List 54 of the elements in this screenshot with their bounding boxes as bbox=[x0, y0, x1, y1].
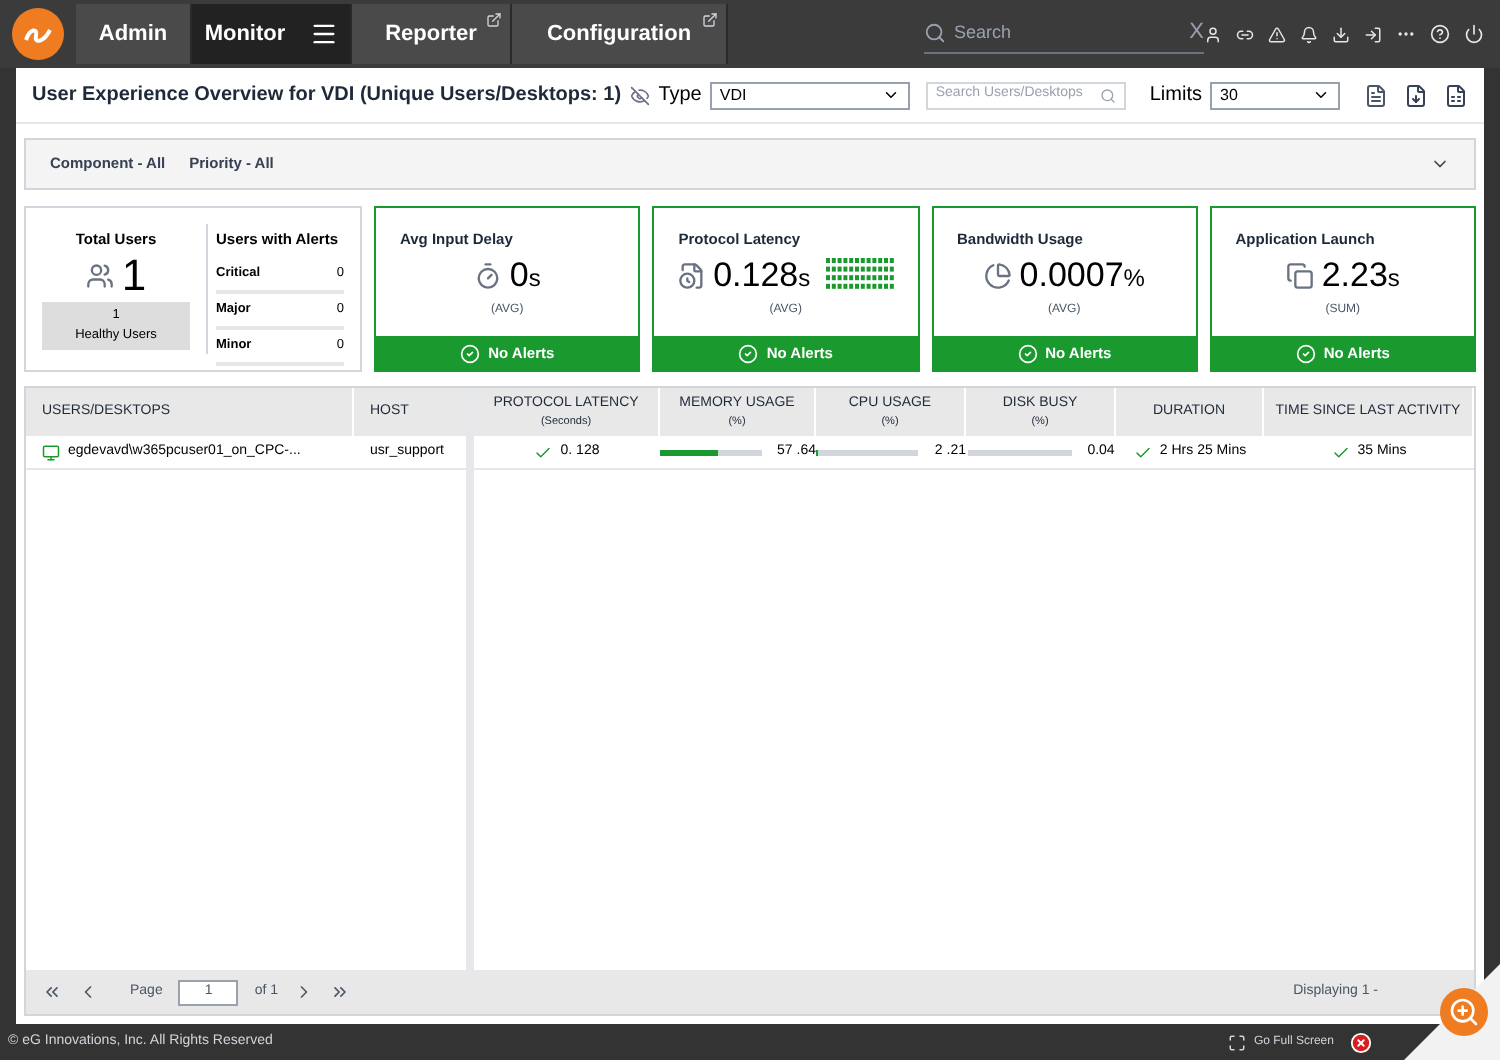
check-circle-icon bbox=[1295, 343, 1316, 363]
external-link-icon bbox=[702, 12, 718, 28]
pdf-icon[interactable] bbox=[1404, 83, 1428, 107]
metric-icon bbox=[473, 261, 502, 290]
search-field[interactable]: Search X bbox=[924, 14, 1204, 54]
metric-value: 0.0007% bbox=[1019, 258, 1145, 293]
hide-icon[interactable] bbox=[629, 85, 650, 105]
user-icon[interactable] bbox=[1204, 25, 1222, 43]
metric-icon bbox=[1285, 261, 1314, 290]
chevron-down-icon bbox=[1312, 86, 1330, 104]
type-label: Type bbox=[658, 82, 702, 110]
warning-icon[interactable] bbox=[1268, 25, 1286, 43]
metric-icon bbox=[677, 261, 706, 290]
limits-dropdown[interactable]: 30 bbox=[1210, 81, 1340, 109]
metric-value: 0.128s bbox=[713, 258, 811, 293]
check-circle-icon bbox=[738, 343, 759, 363]
users-icon bbox=[85, 262, 114, 291]
page-title: User Experience Overview for VDI (Unique Users/Desktops: 1) bbox=[32, 82, 622, 110]
external-link-icon bbox=[486, 12, 502, 28]
check-icon bbox=[534, 443, 553, 461]
fullscreen-icon[interactable] bbox=[1227, 1033, 1246, 1051]
check-icon bbox=[1133, 443, 1152, 461]
logo-icon[interactable] bbox=[12, 8, 64, 60]
download-icon[interactable] bbox=[1332, 25, 1350, 43]
last-page-icon[interactable] bbox=[330, 982, 351, 1002]
menu-icon[interactable] bbox=[309, 20, 338, 48]
clear-button[interactable]: X bbox=[1189, 16, 1204, 50]
first-page-icon[interactable] bbox=[42, 982, 62, 1002]
excel-icon[interactable] bbox=[1444, 83, 1468, 107]
total-users-count: 1 bbox=[121, 254, 147, 299]
link-icon[interactable] bbox=[1236, 25, 1254, 43]
search-icon bbox=[1099, 87, 1116, 103]
nav-tab[interactable]: Reporter bbox=[352, 4, 512, 64]
sign-in-icon[interactable] bbox=[1364, 25, 1382, 43]
type-dropdown[interactable]: VDI bbox=[709, 81, 910, 109]
metric-value: 2.23s bbox=[1321, 258, 1400, 293]
metric-value: 0s bbox=[509, 258, 541, 293]
help-icon[interactable] bbox=[1430, 24, 1450, 44]
metric-icon bbox=[983, 261, 1012, 290]
report-icon[interactable] bbox=[1364, 83, 1388, 107]
close-icon[interactable] bbox=[1350, 1031, 1372, 1053]
bell-icon[interactable] bbox=[1300, 25, 1318, 43]
search-icon bbox=[924, 22, 946, 44]
zoom-in-icon bbox=[1448, 996, 1480, 1028]
check-icon bbox=[1331, 443, 1350, 461]
nav-tab[interactable]: Monitor bbox=[192, 4, 352, 64]
power-icon[interactable] bbox=[1464, 24, 1484, 44]
limits-label: Limits bbox=[1149, 82, 1202, 110]
nav-tab[interactable]: Admin bbox=[76, 4, 192, 64]
check-circle-icon bbox=[460, 343, 481, 363]
chevron-down-icon bbox=[881, 86, 900, 104]
nav-tab[interactable]: Configuration bbox=[512, 4, 728, 64]
user-desktop-icon bbox=[42, 443, 60, 461]
check-circle-icon bbox=[1017, 343, 1038, 363]
